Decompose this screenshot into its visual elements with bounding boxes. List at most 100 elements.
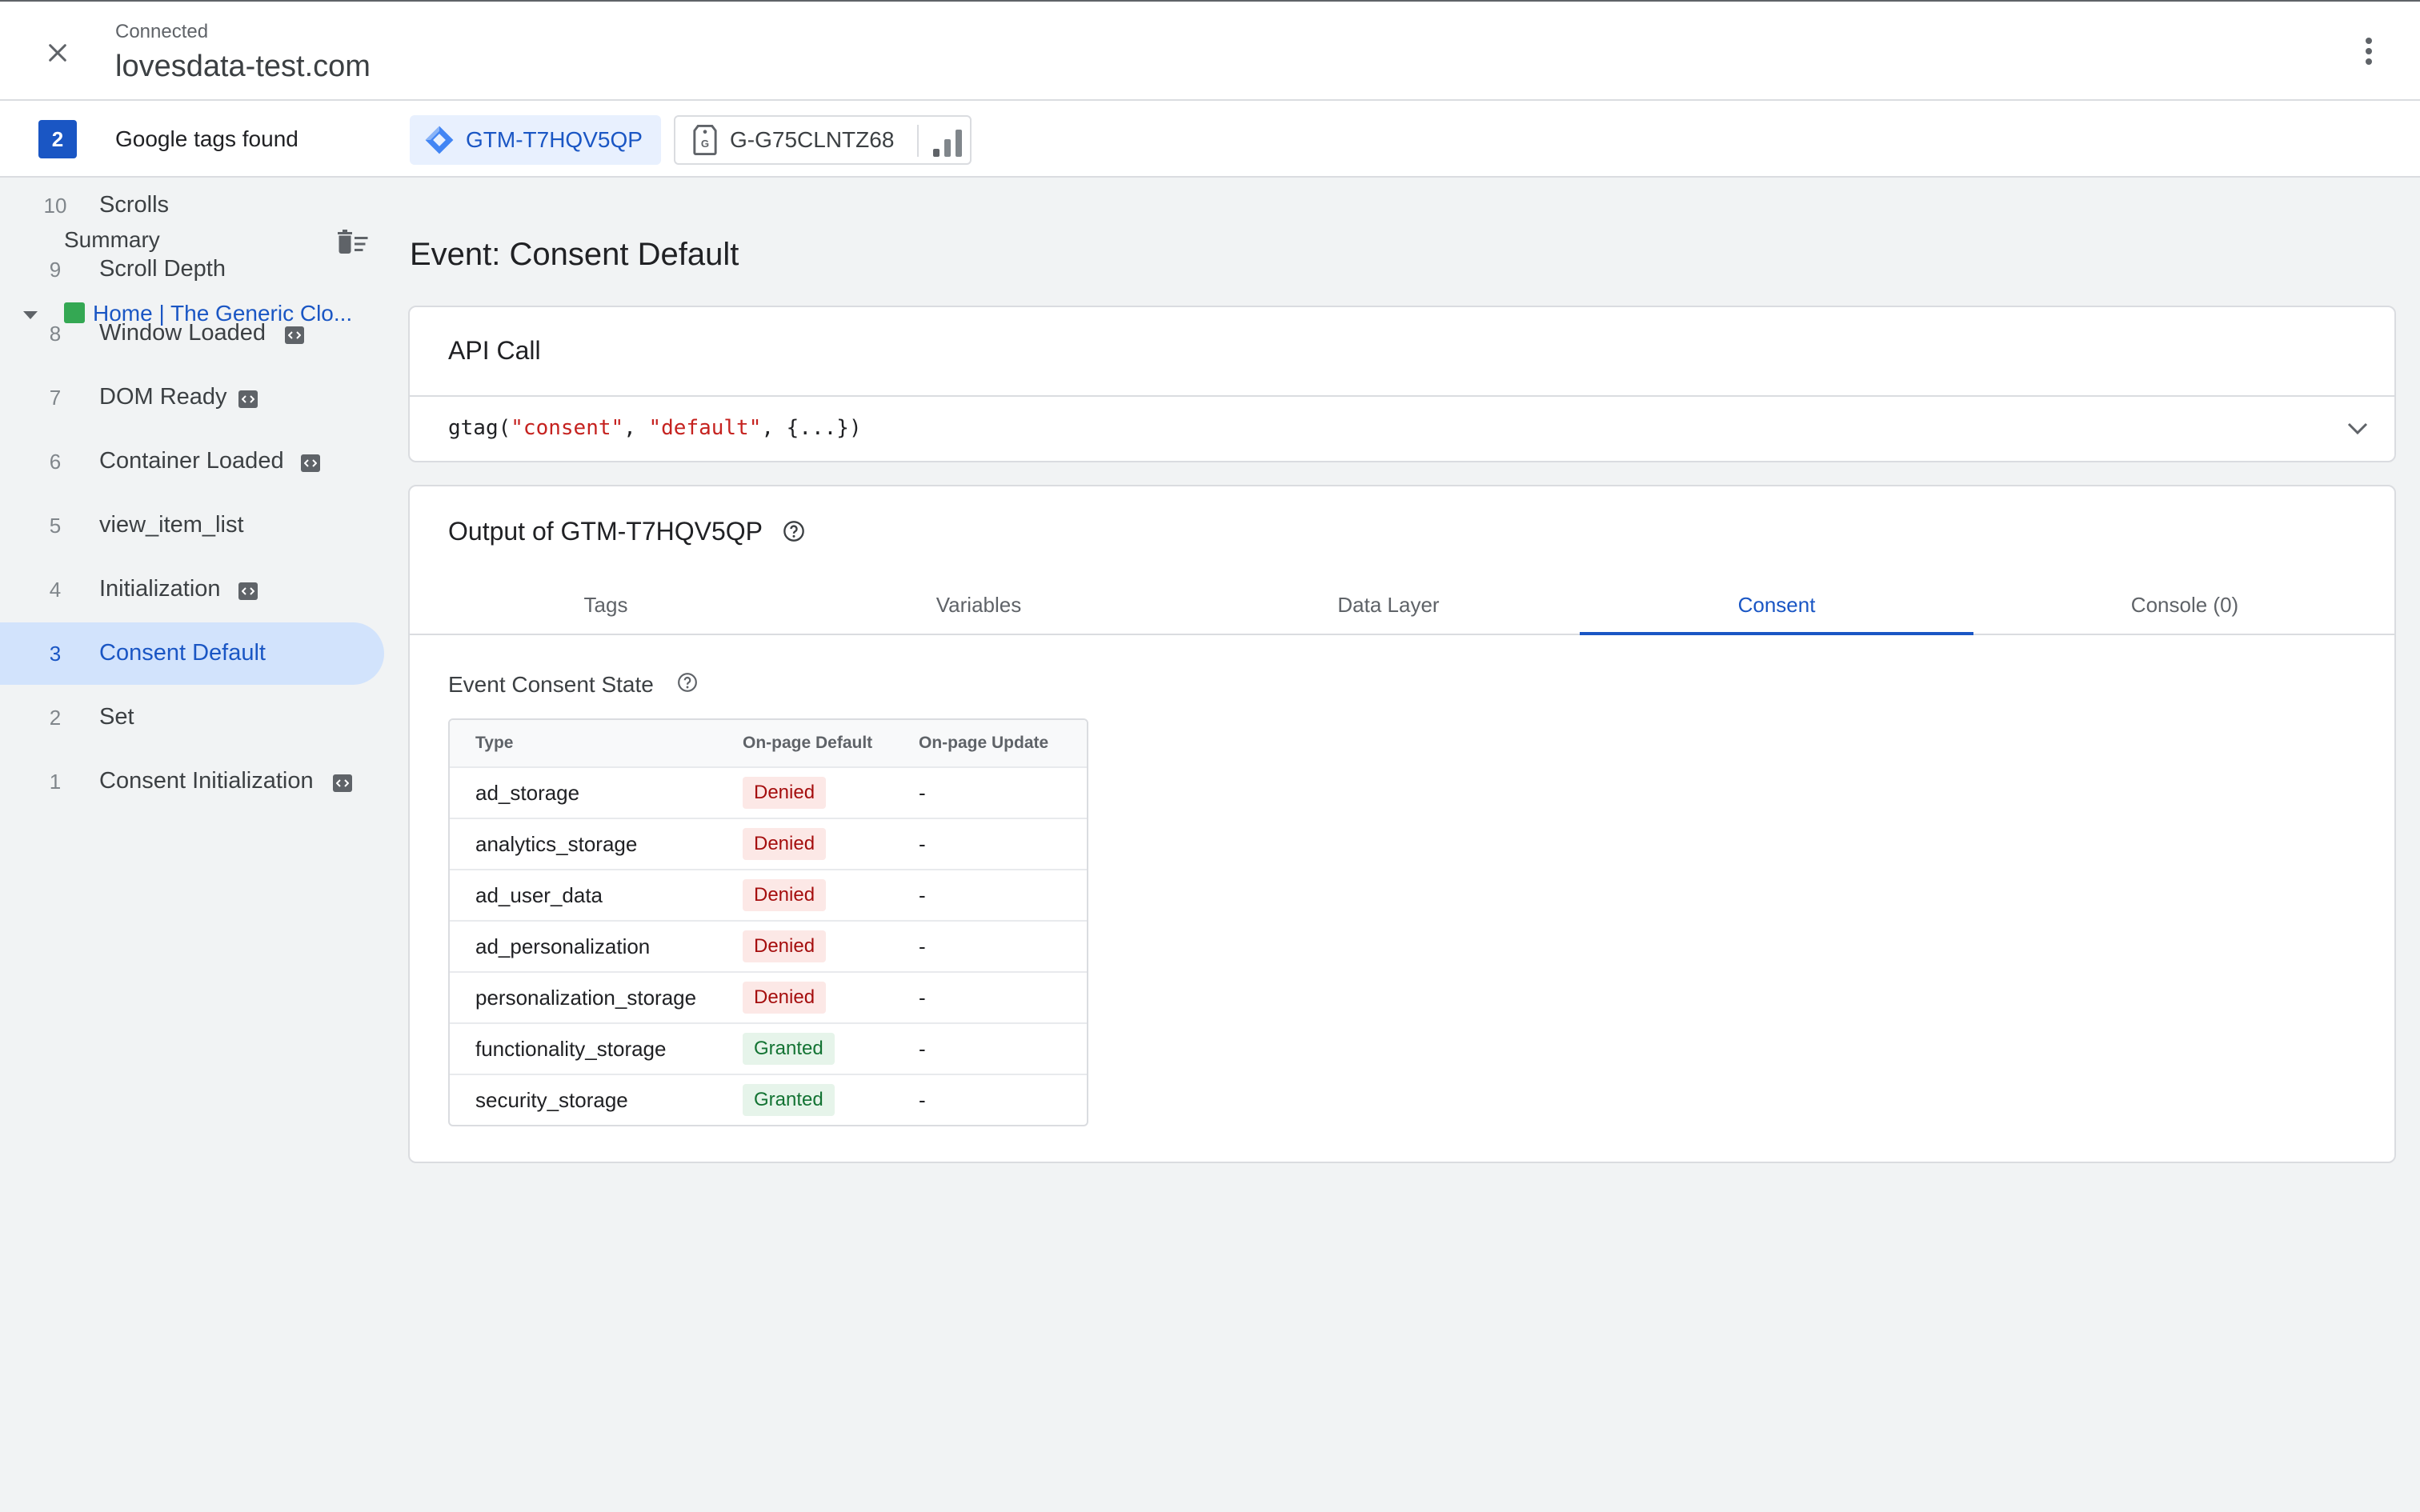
code-arg2: "default" <box>648 416 762 440</box>
update-cell: - <box>919 882 926 907</box>
update-cell: - <box>919 831 926 856</box>
code-icon <box>285 326 304 344</box>
update-cell: - <box>919 934 926 958</box>
event-item[interactable]: 1 Consent Initialization <box>0 750 384 813</box>
event-item[interactable]: 5 view_item_list <box>0 494 384 557</box>
code-icon <box>238 390 258 408</box>
code-icon <box>238 582 258 600</box>
connection-status: Connected <box>115 21 209 42</box>
site-domain: lovesdata-test.com <box>115 50 371 83</box>
consent-type: ad_user_data <box>475 882 603 907</box>
event-item[interactable]: 6 Container Loaded <box>0 430 384 493</box>
api-call-heading: API Call <box>448 336 541 365</box>
event-label: Container Loaded <box>99 448 284 474</box>
output-tabs: Tags Variables Data Layer Consent Consol… <box>410 574 2394 635</box>
tags-bar: 2 Google tags found GTM-T7HQV5QP G G-G75… <box>0 101 2420 178</box>
default-cell: Denied <box>743 973 827 1022</box>
table-row: ad_personalization Denied - <box>450 920 1087 971</box>
code-arg1: "consent" <box>511 416 624 440</box>
code-fn: gtag( <box>448 416 511 440</box>
close-icon <box>49 44 66 62</box>
update-cell: - <box>919 985 926 1010</box>
header: Connected lovesdata-test.com <box>0 2 2420 101</box>
update-cell: - <box>919 780 926 805</box>
tags-found-label: Google tags found <box>115 126 298 151</box>
close-button[interactable] <box>35 30 80 75</box>
help-icon[interactable] <box>783 520 805 542</box>
event-number: 3 <box>49 642 62 666</box>
col-update: On-page Update <box>919 734 1049 752</box>
consent-status-badge: Granted <box>743 1084 835 1116</box>
consent-status-badge: Denied <box>743 828 827 860</box>
consent-state-heading: Event Consent State <box>448 672 654 697</box>
tab-console[interactable]: Console (0) <box>1973 574 2396 635</box>
table-row: personalization_storage Denied - <box>450 971 1087 1022</box>
api-call-card: API Call gtag("consent", "default", {...… <box>408 306 2396 462</box>
api-divider <box>410 395 2394 397</box>
code-icon <box>301 454 320 472</box>
consent-help-icon[interactable] <box>677 672 698 693</box>
table-header-row: Type On-page Default On-page Update <box>450 720 1087 766</box>
consent-type: personalization_storage <box>475 985 697 1010</box>
event-number: 1 <box>49 770 62 794</box>
default-cell: Denied <box>743 819 827 869</box>
event-label: Set <box>99 704 134 730</box>
consent-table: Type On-page Default On-page Update ad_s… <box>448 718 1088 1126</box>
output-card: Output of GTM-T7HQV5QP Tags Variables Da… <box>408 485 2396 1163</box>
event-label: Scroll Depth <box>99 256 226 282</box>
tab-variables[interactable]: Variables <box>802 574 1156 635</box>
tab-tags[interactable]: Tags <box>410 574 802 635</box>
chip-divider <box>917 125 919 157</box>
table-row: security_storage Granted - <box>450 1074 1087 1125</box>
event-item[interactable]: 2 Set <box>0 686 384 749</box>
consent-status-badge: Denied <box>743 879 827 911</box>
table-row: analytics_storage Denied - <box>450 818 1087 869</box>
tags-count-badge: 2 <box>38 120 77 158</box>
default-cell: Granted <box>743 1024 835 1074</box>
consent-type: functionality_storage <box>475 1036 667 1061</box>
event-label: Scrolls <box>99 192 170 218</box>
update-cell: - <box>919 1087 926 1112</box>
table-row: ad_storage Denied - <box>450 766 1087 818</box>
event-number: 2 <box>49 706 62 730</box>
col-default: On-page Default <box>743 734 873 752</box>
event-item[interactable]: 10 Scrolls <box>0 174 384 237</box>
event-number: 6 <box>49 450 62 474</box>
code-sep: , <box>623 416 649 440</box>
consent-status-badge: Denied <box>743 982 827 1014</box>
table-row: ad_user_data Denied - <box>450 869 1087 920</box>
expand-api-call-button[interactable] <box>2338 410 2377 448</box>
tab-consent[interactable]: Consent <box>1580 574 1973 635</box>
event-item[interactable]: 3 Consent Default <box>0 622 384 685</box>
event-item[interactable]: 8 Window Loaded <box>0 302 384 365</box>
event-label: Consent Initialization <box>99 768 314 794</box>
gtm-diamond-icon <box>425 126 454 154</box>
default-cell: Denied <box>743 870 827 920</box>
event-item[interactable]: 9 Scroll Depth <box>0 238 384 301</box>
consent-status-badge: Granted <box>743 1033 835 1065</box>
event-label: Window Loaded <box>99 320 266 346</box>
table-row: functionality_storage Granted - <box>450 1022 1087 1074</box>
event-label: DOM Ready <box>99 384 227 410</box>
gtm-container-chip[interactable]: GTM-T7HQV5QP <box>410 115 661 165</box>
code-rest: , {...}) <box>761 416 862 440</box>
default-cell: Denied <box>743 768 827 818</box>
tab-data-layer[interactable]: Data Layer <box>1156 574 1621 635</box>
default-cell: Denied <box>743 922 827 971</box>
consent-status-badge: Denied <box>743 777 827 809</box>
event-item[interactable]: 7 DOM Ready <box>0 366 384 429</box>
event-number: 9 <box>49 258 62 282</box>
consent-status-badge: Denied <box>743 930 827 962</box>
analytics-bars-icon <box>933 130 962 157</box>
event-item[interactable]: 4 Initialization <box>0 558 384 621</box>
consent-type: security_storage <box>475 1087 628 1112</box>
table-body: ad_storage Denied - analytics_storage Denied… <box>450 766 1087 1125</box>
update-cell: - <box>919 1036 926 1061</box>
api-call-code: gtag("consent", "default", {...}) <box>448 416 862 440</box>
more-options-button[interactable] <box>2346 29 2391 74</box>
event-number: 5 <box>49 514 62 538</box>
default-cell: Granted <box>743 1075 835 1125</box>
event-label: Consent Default <box>99 640 266 666</box>
gtm-id-label: GTM-T7HQV5QP <box>466 127 643 152</box>
ga-tag-chip[interactable]: G G-G75CLNTZ68 <box>674 115 972 165</box>
